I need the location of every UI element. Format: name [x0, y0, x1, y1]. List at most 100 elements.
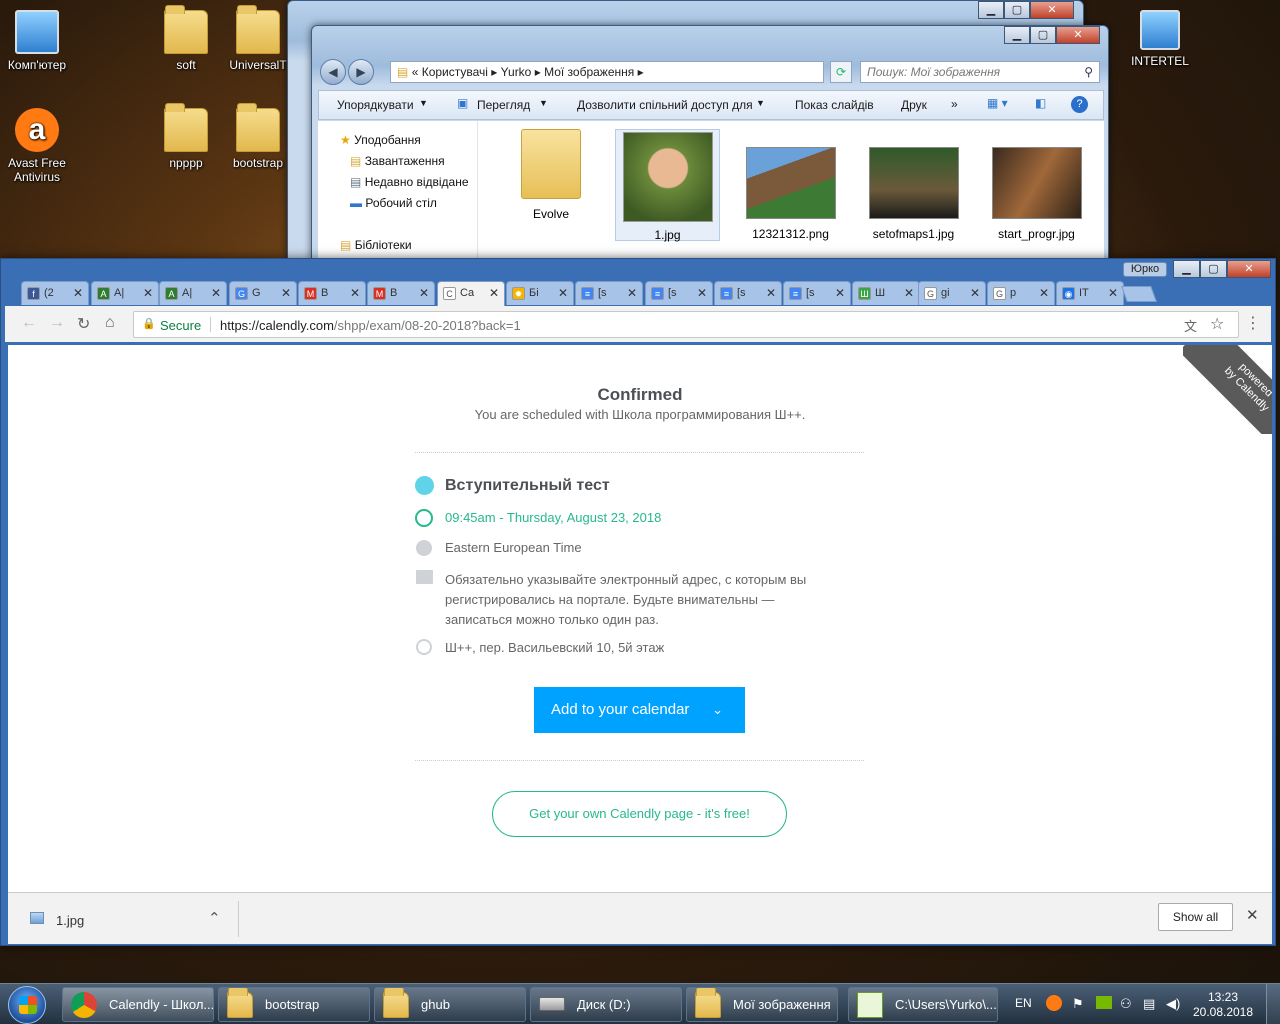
tab-close-icon[interactable]: ✕: [697, 282, 707, 304]
browser-tab[interactable]: ≡ [s ✕: [783, 281, 851, 305]
browser-tab[interactable]: Ш Ш ✕: [852, 281, 920, 305]
clock[interactable]: 13:23 20.08.2018: [1190, 990, 1256, 1020]
flag-tray-icon[interactable]: ⚑: [1072, 996, 1084, 1012]
nav-item-downloads[interactable]: ▤ Завантаження: [350, 154, 445, 168]
file-item[interactable]: 12321312.png: [738, 129, 843, 241]
tab-close-icon[interactable]: ✕: [73, 282, 83, 304]
tab-close-icon[interactable]: ✕: [904, 282, 914, 304]
profile-badge[interactable]: Юрко: [1123, 262, 1167, 277]
search-field[interactable]: Пошук: Мої зображення ⚲: [860, 61, 1100, 83]
browser-tab[interactable]: ≡ [s ✕: [575, 281, 643, 305]
show-all-button[interactable]: Show all: [1158, 903, 1233, 931]
minimize-button[interactable]: ▁: [1004, 26, 1030, 44]
browser-tab[interactable]: f (2 ✕: [21, 281, 89, 305]
reload-icon[interactable]: ↻: [77, 314, 90, 334]
browser-tab[interactable]: M B ✕: [298, 281, 366, 305]
desktop-icon-intertel[interactable]: INTERTEL: [1120, 10, 1200, 68]
taskbar-item-chrome[interactable]: Calendly - Школ...: [62, 987, 214, 1022]
nav-item-desktop[interactable]: ▬ Робочий стіл: [350, 196, 437, 210]
print-button[interactable]: Друк: [901, 98, 927, 112]
omnibox[interactable]: 🔒 Secure https://calendly.com/shpp/exam/…: [133, 311, 1239, 338]
close-button[interactable]: ✕: [1056, 26, 1100, 44]
browser-tab[interactable]: Ggi ✕: [918, 281, 986, 305]
tab-close-icon[interactable]: ✕: [627, 282, 637, 304]
desktop-icon-computer[interactable]: Комп'ютер: [0, 10, 77, 72]
tab-close-icon[interactable]: ✕: [970, 282, 980, 304]
download-item[interactable]: 1.jpg ⌃: [18, 899, 235, 939]
browser-tab[interactable]: A A| ✕: [91, 281, 159, 305]
nav-item-libraries[interactable]: ▤ Бібліотеки: [340, 238, 412, 252]
preview-pane-icon[interactable]: ◧: [1035, 96, 1046, 110]
forward-button[interactable]: ▶: [348, 59, 374, 85]
browser-tab[interactable]: C Ca ✕: [437, 281, 505, 306]
browser-tab[interactable]: ≡ [s ✕: [714, 281, 782, 305]
add-to-calendar-button[interactable]: Add to your calendar ⌄: [534, 687, 745, 733]
language-indicator[interactable]: EN: [1015, 996, 1032, 1010]
minimize-button[interactable]: ▁: [978, 1, 1004, 19]
browser-tab[interactable]: ≡ [s ✕: [645, 281, 713, 305]
tab-close-icon[interactable]: ✕: [281, 282, 291, 304]
desktop-icon-bootstrap[interactable]: bootstrap: [218, 103, 298, 170]
desktop-icon-universalt[interactable]: UniversalT: [218, 5, 298, 72]
tab-close-icon[interactable]: ✕: [558, 282, 568, 304]
desktop-icon-avast[interactable]: a Avast Free Antivirus: [0, 108, 77, 184]
start-button[interactable]: [8, 986, 46, 1024]
taskbar-item-notepadpp[interactable]: C:\Users\Yurko\...: [848, 987, 998, 1022]
file-item[interactable]: start_progr.jpg: [984, 129, 1089, 241]
avast-tray-icon[interactable]: [1046, 995, 1062, 1011]
help-icon[interactable]: ?: [1071, 96, 1088, 113]
back-arrow-icon[interactable]: ←: [21, 314, 37, 332]
forward-arrow-icon[interactable]: →: [49, 314, 65, 332]
close-button[interactable]: ✕: [1227, 260, 1271, 278]
nvidia-tray-icon[interactable]: [1096, 996, 1112, 1009]
volume-tray-icon[interactable]: ◀): [1166, 996, 1180, 1012]
chevron-up-icon[interactable]: ⌃: [208, 909, 221, 927]
nav-item-favorites[interactable]: ★ Уподобання: [340, 133, 421, 147]
menu-dots-icon[interactable]: ⋮: [1245, 313, 1261, 333]
slideshow-button[interactable]: Показ слайдів: [795, 98, 874, 112]
maximize-button[interactable]: ▢: [1030, 26, 1056, 44]
organize-menu[interactable]: Упорядкувати: [337, 98, 414, 112]
browser-tab[interactable]: A A| ✕: [159, 281, 227, 305]
browser-tab[interactable]: G G ✕: [229, 281, 297, 305]
maximize-button[interactable]: ▢: [1004, 1, 1030, 19]
browser-tab[interactable]: Gp ✕: [987, 281, 1055, 305]
network-tray-icon[interactable]: ▤: [1143, 996, 1155, 1012]
browser-tab[interactable]: M B ✕: [367, 281, 435, 305]
taskbar-item-disk-d[interactable]: Диск (D:): [530, 987, 682, 1022]
file-item-selected[interactable]: 1.jpg: [615, 129, 720, 242]
translate-icon[interactable]: 文: [1184, 316, 1197, 335]
share-menu[interactable]: Дозволити спільний доступ для: [577, 98, 753, 112]
browser-tab[interactable]: ◉ IT ✕: [1056, 281, 1124, 305]
tab-close-icon[interactable]: ✕: [835, 282, 845, 304]
tab-close-icon[interactable]: ✕: [489, 282, 499, 304]
close-icon[interactable]: ✕: [1246, 906, 1259, 924]
close-button[interactable]: ✕: [1030, 1, 1074, 19]
own-calendly-page-button[interactable]: Get your own Calendly page - it's free!: [492, 791, 787, 837]
bookmark-star-icon[interactable]: ☆: [1210, 314, 1224, 334]
tab-close-icon[interactable]: ✕: [1039, 282, 1049, 304]
refresh-button[interactable]: ⟳: [830, 61, 852, 83]
tab-close-icon[interactable]: ✕: [766, 282, 776, 304]
tab-close-icon[interactable]: ✕: [1108, 282, 1118, 304]
device-tray-icon[interactable]: ⚇: [1120, 996, 1132, 1012]
more-commands-button[interactable]: »: [951, 97, 958, 111]
new-tab-button[interactable]: [1121, 286, 1157, 302]
home-icon[interactable]: ⌂: [105, 314, 115, 332]
desktop-icon-npppp[interactable]: npppp: [146, 103, 226, 170]
minimize-button[interactable]: ▁: [1173, 260, 1200, 278]
breadcrumb-item[interactable]: Yurko: [501, 65, 532, 79]
tab-close-icon[interactable]: ✕: [350, 282, 360, 304]
address-bar[interactable]: ▤ « Користувачі ▸ Yurko ▸ Мої зображення…: [390, 61, 824, 83]
taskbar-item-bootstrap[interactable]: bootstrap: [218, 987, 370, 1022]
taskbar-item-ghub[interactable]: ghub: [374, 987, 526, 1022]
nav-item-recent[interactable]: ▤ Недавно відвідане: [350, 175, 469, 189]
tab-close-icon[interactable]: ✕: [143, 282, 153, 304]
maximize-button[interactable]: ▢: [1200, 260, 1227, 278]
view-menu[interactable]: Перегляд: [477, 98, 530, 112]
browser-tab[interactable]: ✹ Бі ✕: [506, 281, 574, 305]
back-button[interactable]: ◀: [320, 59, 346, 85]
show-desktop-button[interactable]: [1266, 984, 1280, 1024]
tab-close-icon[interactable]: ✕: [419, 282, 429, 304]
file-item[interactable]: Evolve: [496, 129, 606, 239]
